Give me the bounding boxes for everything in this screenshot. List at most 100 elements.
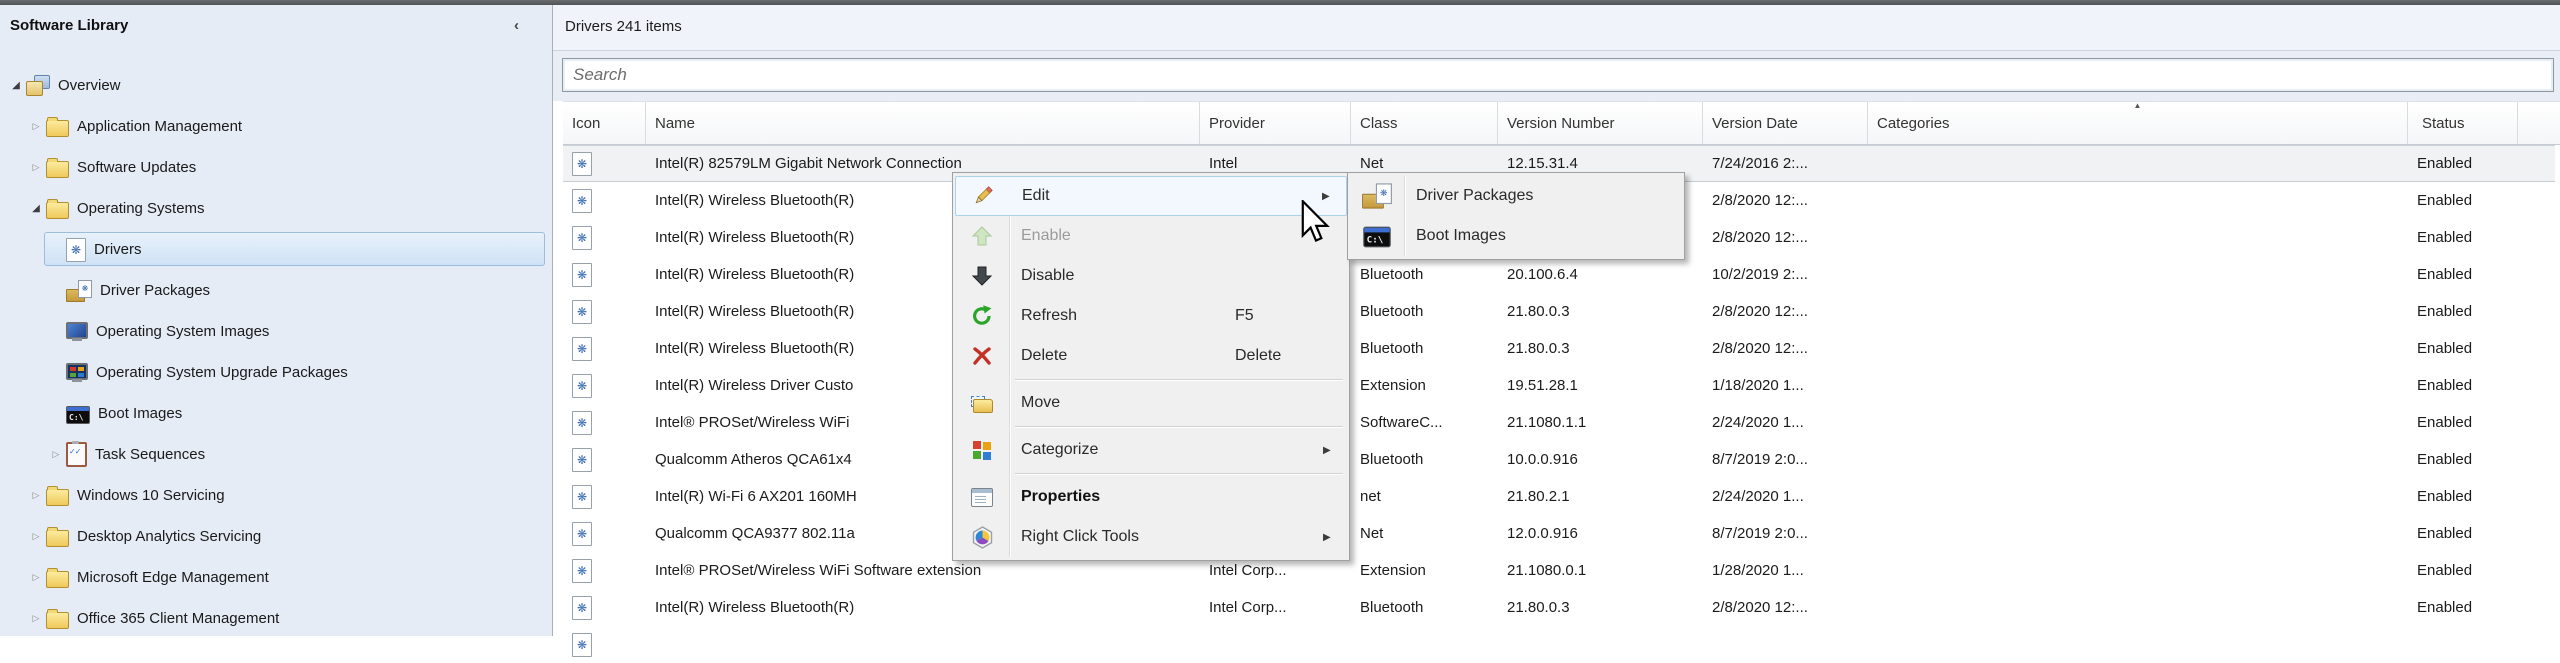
cell-class: Bluetooth — [1351, 451, 1498, 468]
search-zone — [553, 51, 2560, 101]
tree-item-operating-systems[interactable]: ◢ Operating Systems — [0, 188, 553, 229]
cell-version-date: 10/2/2019 2:... — [1703, 266, 1868, 283]
cell-name: Intel(R) Wireless Bluetooth(R) — [646, 599, 1200, 616]
table-header-row: Icon Name Provider Class Version Number … — [563, 101, 2560, 145]
cell-version-number: 21.80.0.3 — [1498, 303, 1703, 320]
tree-item-overview[interactable]: ◢ Overview — [0, 65, 553, 106]
folder-icon — [46, 202, 69, 219]
column-header-class[interactable]: Class — [1351, 102, 1498, 144]
table-row[interactable]: ❋ Intel(R) Wi-Fi 6 AX201 160MH net 21.80… — [563, 478, 2555, 515]
menu-item-move[interactable]: Move — [955, 383, 1347, 423]
cell-version-number: 20.100.6.4 — [1498, 266, 1703, 283]
menu-item-refresh[interactable]: Refresh F5 — [955, 296, 1347, 336]
column-header-provider[interactable]: Provider — [1200, 102, 1351, 144]
cell-status: Enabled — [2408, 155, 2518, 172]
column-header-version-date[interactable]: Version Date — [1703, 102, 1868, 144]
list-title-bar: Drivers 241 items — [553, 5, 2560, 51]
cell-version-number: 21.1080.1.1 — [1498, 414, 1703, 431]
table-row[interactable]: ❋ Intel(R) Wireless Bluetooth(R) Bluetoo… — [563, 293, 2555, 330]
menu-item-disable[interactable]: Disable — [955, 256, 1347, 296]
table-row[interactable]: ❋ Qualcomm Atheros QCA61x4 Bluetooth 10.… — [563, 441, 2555, 478]
cell-name: Intel® PROSet/Wireless WiFi Software ext… — [646, 562, 1200, 579]
table-row[interactable]: ❋ — [563, 626, 2555, 663]
cell-class: Net — [1351, 525, 1498, 542]
tree-item-application-management[interactable]: ▷ Application Management — [0, 106, 553, 147]
cell-provider: Intel — [1200, 155, 1351, 172]
cell-version-date: 7/24/2016 2:... — [1703, 155, 1868, 172]
table-row[interactable]: ❋ Intel® PROSet/Wireless WiFi Software e… — [563, 552, 2555, 589]
delete-x-icon — [955, 345, 1009, 367]
collapsed-arrow-icon[interactable]: ▷ — [26, 613, 46, 624]
search-input[interactable] — [571, 62, 2549, 88]
overview-icon — [26, 75, 50, 96]
menu-item-categorize[interactable]: Categorize ▶ — [955, 430, 1347, 470]
tree-item-driver-packages[interactable]: Driver Packages — [0, 270, 553, 311]
submenu-item-driver-packages[interactable]: Driver Packages — [1350, 176, 1682, 216]
tree-item-drivers[interactable]: ❋ Drivers — [0, 229, 553, 270]
cell-version-number: 21.80.2.1 — [1498, 488, 1703, 505]
menu-item-properties[interactable]: Properties — [955, 477, 1347, 517]
tree-item-software-updates[interactable]: ▷ Software Updates — [0, 147, 553, 188]
driver-icon: ❋ — [572, 596, 592, 620]
tree-item-microsoft-edge-management[interactable]: ▷ Microsoft Edge Management — [0, 557, 553, 598]
cell-status: Enabled — [2408, 303, 2518, 320]
menu-item-enable[interactable]: Enable — [955, 216, 1347, 256]
collapsed-arrow-icon[interactable]: ▷ — [26, 490, 46, 501]
driver-icon: ❋ — [572, 226, 592, 250]
cell-name: Intel(R) 82579LM Gigabit Network Connect… — [646, 155, 1200, 172]
table-row[interactable]: ❋ Intel(R) Wireless Bluetooth(R) Intel C… — [563, 589, 2555, 626]
sidebar-title: Software Library — [10, 17, 128, 34]
table-row[interactable]: ❋ Intel® PROSet/Wireless WiFi SoftwareC.… — [563, 404, 2555, 441]
submenu-arrow-icon: ▶ — [1323, 445, 1347, 456]
tree-item-windows-10-servicing[interactable]: ▷ Windows 10 Servicing — [0, 475, 553, 516]
tree-item-office-365-client-management[interactable]: ▷ Office 365 Client Management — [0, 598, 553, 639]
tree-item-operating-system-images[interactable]: Operating System Images — [0, 311, 553, 352]
cell-class: Bluetooth — [1351, 340, 1498, 357]
collapsed-arrow-icon[interactable]: ▷ — [26, 121, 46, 132]
table-row[interactable]: ❋ Intel(R) Wireless Bluetooth(R) Bluetoo… — [563, 256, 2555, 293]
folder-icon — [46, 161, 69, 178]
column-header-name[interactable]: Name — [646, 102, 1200, 144]
cell-class: Extension — [1351, 562, 1498, 579]
cell-status: Enabled — [2408, 340, 2518, 357]
cell-version-date: 1/18/2020 1... — [1703, 377, 1868, 394]
tree-item-task-sequences[interactable]: ▷ Task Sequences — [0, 434, 553, 475]
tree-item-operating-system-upgrade-packages[interactable]: Operating System Upgrade Packages — [0, 352, 553, 393]
tree-item-desktop-analytics-servicing[interactable]: ▷ Desktop Analytics Servicing — [0, 516, 553, 557]
cell-version-number: 21.80.0.3 — [1498, 340, 1703, 357]
collapsed-arrow-icon[interactable]: ▷ — [26, 531, 46, 542]
expand-arrow-icon[interactable]: ◢ — [26, 203, 46, 214]
collapse-sidebar-icon[interactable]: ‹ — [514, 17, 519, 34]
table-row[interactable]: ❋ Qualcomm QCA9377 802.11a Net 12.0.0.91… — [563, 515, 2555, 552]
mouse-cursor — [1300, 200, 1330, 249]
cell-version-date: 2/8/2020 12:... — [1703, 340, 1868, 357]
disable-down-arrow-icon — [955, 264, 1009, 288]
collapsed-arrow-icon[interactable]: ▷ — [26, 162, 46, 173]
menu-separator — [1015, 426, 1343, 427]
column-header-icon[interactable]: Icon — [563, 102, 646, 144]
cell-class: Bluetooth — [1351, 266, 1498, 283]
menu-item-delete[interactable]: Delete Delete — [955, 336, 1347, 376]
column-header-status[interactable]: Status — [2408, 102, 2518, 144]
collapsed-arrow-icon[interactable]: ▷ — [46, 449, 66, 460]
search-box[interactable] — [562, 58, 2554, 92]
cell-version-number: 12.0.0.916 — [1498, 525, 1703, 542]
submenu-item-boot-images[interactable]: Boot Images — [1350, 216, 1682, 256]
cell-status: Enabled — [2408, 192, 2518, 209]
cell-class: Extension — [1351, 377, 1498, 394]
driver-icon: ❋ — [572, 189, 592, 213]
folder-icon — [46, 571, 69, 588]
collapsed-arrow-icon[interactable]: ▷ — [26, 572, 46, 583]
cell-status: Enabled — [2408, 488, 2518, 505]
column-header-categories[interactable]: Categories ▲ — [1868, 102, 2408, 144]
cell-status: Enabled — [2408, 562, 2518, 579]
expand-arrow-icon[interactable]: ◢ — [6, 80, 26, 91]
menu-item-edit[interactable]: Edit ▶ — [955, 176, 1347, 216]
cell-status: Enabled — [2408, 599, 2518, 616]
table-row[interactable]: ❋ Intel(R) Wireless Bluetooth(R) Bluetoo… — [563, 330, 2555, 367]
table-row[interactable]: ❋ Intel(R) Wireless Driver Custo Extensi… — [563, 367, 2555, 404]
tree-item-boot-images[interactable]: Boot Images — [0, 393, 553, 434]
menu-item-right-click-tools[interactable]: Right Click Tools ▶ — [955, 517, 1347, 557]
enable-up-arrow-icon — [955, 224, 1009, 248]
column-header-version-number[interactable]: Version Number — [1498, 102, 1703, 144]
